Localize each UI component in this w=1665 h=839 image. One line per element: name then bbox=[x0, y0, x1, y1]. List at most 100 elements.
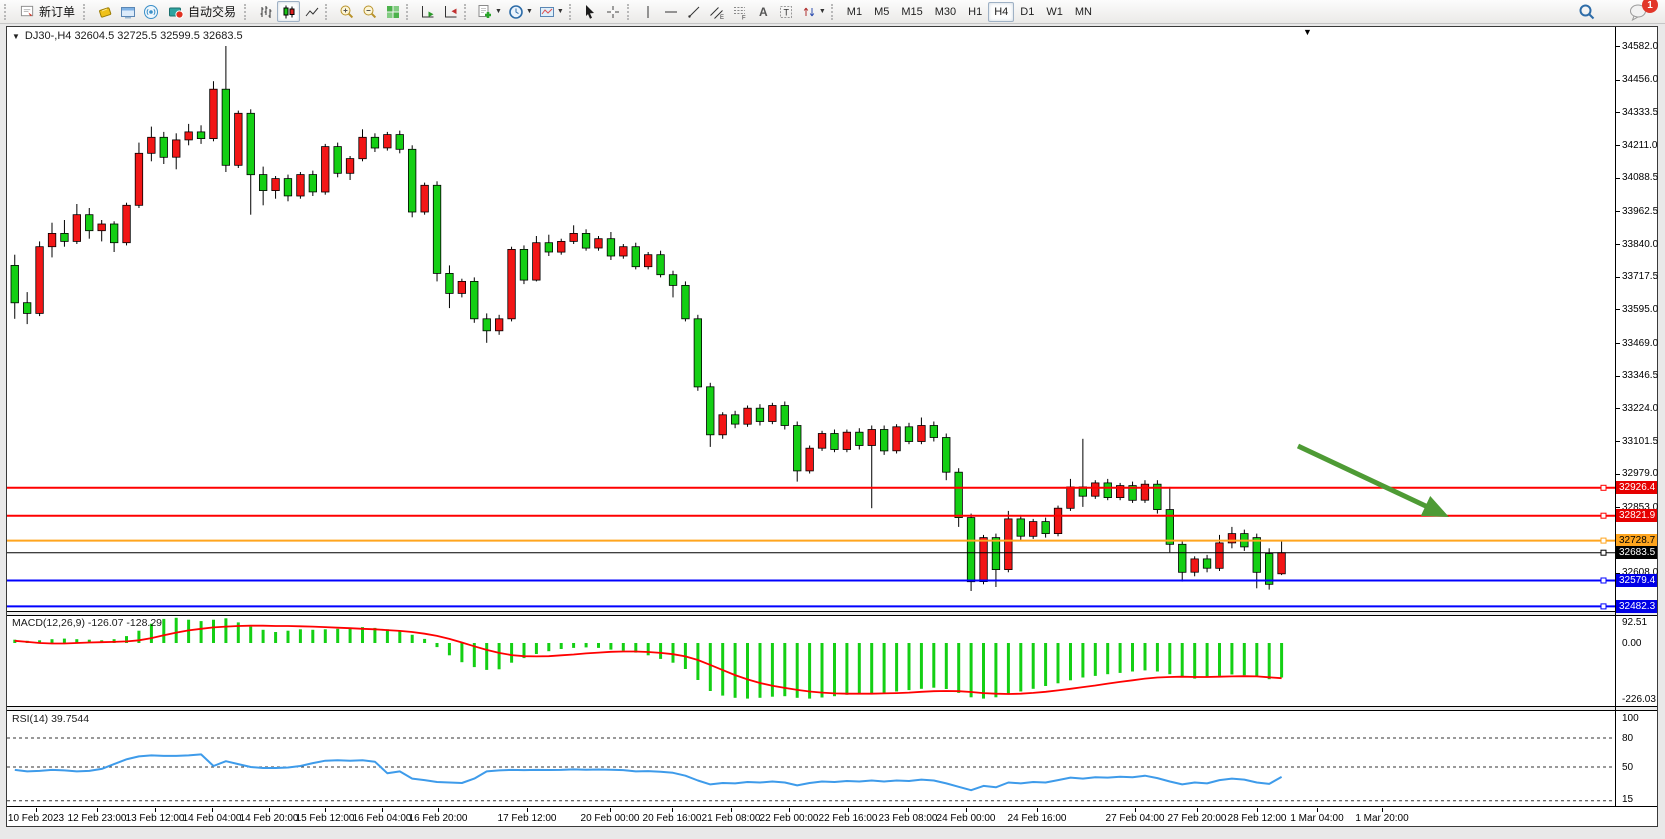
candle bbox=[880, 426, 888, 455]
level-line-handle[interactable] bbox=[1601, 578, 1606, 583]
zoom-out-button[interactable] bbox=[358, 1, 381, 22]
horizontal-line-button[interactable] bbox=[660, 1, 683, 22]
price-tick-label: 34456.0 bbox=[1622, 73, 1662, 86]
level-line-handle[interactable] bbox=[1601, 550, 1606, 555]
candle bbox=[905, 423, 913, 444]
level-line-handle[interactable] bbox=[1601, 604, 1606, 609]
auto-trading-button[interactable]: 自动交易 bbox=[162, 1, 242, 22]
candle bbox=[508, 247, 516, 322]
templates-button[interactable]: ▼ bbox=[536, 1, 567, 22]
price-tick-label: 34333.5 bbox=[1622, 106, 1662, 119]
trend-arrow-object[interactable] bbox=[1298, 446, 1449, 517]
fibonacci-button[interactable]: F bbox=[729, 1, 752, 22]
toolbar-gripper[interactable] bbox=[4, 4, 11, 20]
candle bbox=[98, 220, 106, 241]
price-axis-line bbox=[1615, 27, 1616, 807]
toolbar-gripper[interactable] bbox=[244, 4, 251, 20]
timeframe-m5-button[interactable]: M5 bbox=[868, 2, 895, 22]
crosshair-button[interactable] bbox=[602, 1, 625, 22]
zoom-out-icon bbox=[362, 4, 378, 20]
text-label-button[interactable]: T bbox=[775, 1, 798, 22]
candle bbox=[73, 204, 81, 244]
indicators-button[interactable]: ▼ bbox=[474, 1, 505, 22]
price-badge: 32482.3 bbox=[1616, 600, 1657, 613]
time-tick bbox=[212, 808, 213, 812]
candlestick-chart-icon bbox=[281, 4, 297, 20]
timeframe-h1-button[interactable]: H1 bbox=[962, 2, 988, 22]
timeframe-w1-button[interactable]: W1 bbox=[1040, 2, 1069, 22]
price-badge: 32683.5 bbox=[1616, 546, 1657, 559]
candle bbox=[1265, 548, 1273, 589]
price-tick-label: 33595.0 bbox=[1622, 303, 1662, 316]
line-chart-button[interactable] bbox=[300, 1, 323, 22]
market-watch-button[interactable] bbox=[93, 1, 116, 22]
candle bbox=[247, 109, 255, 214]
timeframe-h4-button[interactable]: H4 bbox=[988, 2, 1014, 22]
notifications-button[interactable]: 1 bbox=[1625, 1, 1651, 22]
toolbar-gripper[interactable] bbox=[83, 4, 90, 20]
candle bbox=[272, 176, 280, 199]
level-line-handle[interactable] bbox=[1601, 485, 1606, 490]
signals-button[interactable] bbox=[139, 1, 162, 22]
pane-divider bbox=[7, 806, 1657, 807]
candle bbox=[856, 428, 864, 449]
candle bbox=[595, 236, 603, 251]
rsi-label: RSI(14) 39.7544 bbox=[12, 713, 89, 725]
level-line-handle[interactable] bbox=[1601, 513, 1606, 518]
toolbar-gripper[interactable] bbox=[831, 4, 838, 20]
timeframe-d1-button[interactable]: D1 bbox=[1014, 2, 1040, 22]
rsi-line bbox=[15, 754, 1282, 790]
price-tick-label: 33101.5 bbox=[1622, 435, 1662, 448]
candle bbox=[1179, 540, 1187, 581]
main-candlestick-chart[interactable] bbox=[7, 27, 1615, 611]
candle bbox=[61, 220, 68, 247]
auto-scroll-button[interactable] bbox=[416, 1, 439, 22]
bar-chart-icon bbox=[258, 4, 274, 20]
gold-bar-icon bbox=[97, 4, 113, 20]
timeframe-mn-button[interactable]: MN bbox=[1069, 2, 1098, 22]
chevron-down-icon: ▼ bbox=[495, 8, 502, 15]
zoom-in-button[interactable] bbox=[335, 1, 358, 22]
text-button[interactable]: A bbox=[752, 1, 775, 22]
macd-indicator-pane[interactable] bbox=[7, 615, 1615, 706]
candle bbox=[346, 156, 354, 180]
toolbar-gripper[interactable] bbox=[627, 4, 634, 20]
arrows-button[interactable]: ▼ bbox=[798, 1, 829, 22]
chevron-down-icon: ▼ bbox=[819, 8, 826, 15]
candle bbox=[533, 236, 541, 281]
new-order-button[interactable]: 新订单 bbox=[14, 1, 81, 22]
trendline-button[interactable] bbox=[683, 1, 706, 22]
rsi-indicator-pane[interactable] bbox=[7, 711, 1615, 806]
level-line-handle[interactable] bbox=[1601, 538, 1606, 543]
time-tick bbox=[731, 808, 732, 812]
candle bbox=[1029, 519, 1037, 539]
timeframe-m15-button[interactable]: M15 bbox=[895, 2, 928, 22]
cursor-button[interactable] bbox=[579, 1, 602, 22]
timeframe-m30-button[interactable]: M30 bbox=[929, 2, 962, 22]
symbol-dropdown-icon[interactable]: ▼ bbox=[12, 32, 20, 41]
bar-chart-button[interactable] bbox=[254, 1, 277, 22]
toolbar-gripper[interactable] bbox=[464, 4, 471, 20]
vertical-line-button[interactable] bbox=[637, 1, 660, 22]
price-tick-label: 34211.0 bbox=[1622, 139, 1662, 152]
chart-corner-marker-icon[interactable]: ▼ bbox=[1303, 27, 1312, 37]
timeframe-m1-button[interactable]: M1 bbox=[841, 2, 868, 22]
toolbar-gripper[interactable] bbox=[569, 4, 576, 20]
candle bbox=[794, 422, 802, 482]
search-icon bbox=[1578, 3, 1596, 21]
periods-button[interactable]: ▼ bbox=[505, 1, 536, 22]
candlestick-chart-button[interactable] bbox=[277, 1, 300, 22]
vertical-line-icon bbox=[640, 4, 656, 20]
candle bbox=[868, 426, 876, 509]
time-tick bbox=[36, 808, 37, 812]
search-button[interactable] bbox=[1575, 1, 1599, 22]
candle bbox=[756, 404, 764, 425]
chart-shift-button[interactable] bbox=[439, 1, 462, 22]
price-tick bbox=[1615, 178, 1620, 179]
tile-windows-button[interactable] bbox=[381, 1, 404, 22]
toolbar-gripper[interactable] bbox=[325, 4, 332, 20]
equidistant-channel-button[interactable]: E bbox=[706, 1, 729, 22]
main-toolbar: 新订单 自动交易 ▼ bbox=[0, 0, 1665, 24]
terminal-button[interactable] bbox=[116, 1, 139, 22]
toolbar-gripper[interactable] bbox=[406, 4, 413, 20]
